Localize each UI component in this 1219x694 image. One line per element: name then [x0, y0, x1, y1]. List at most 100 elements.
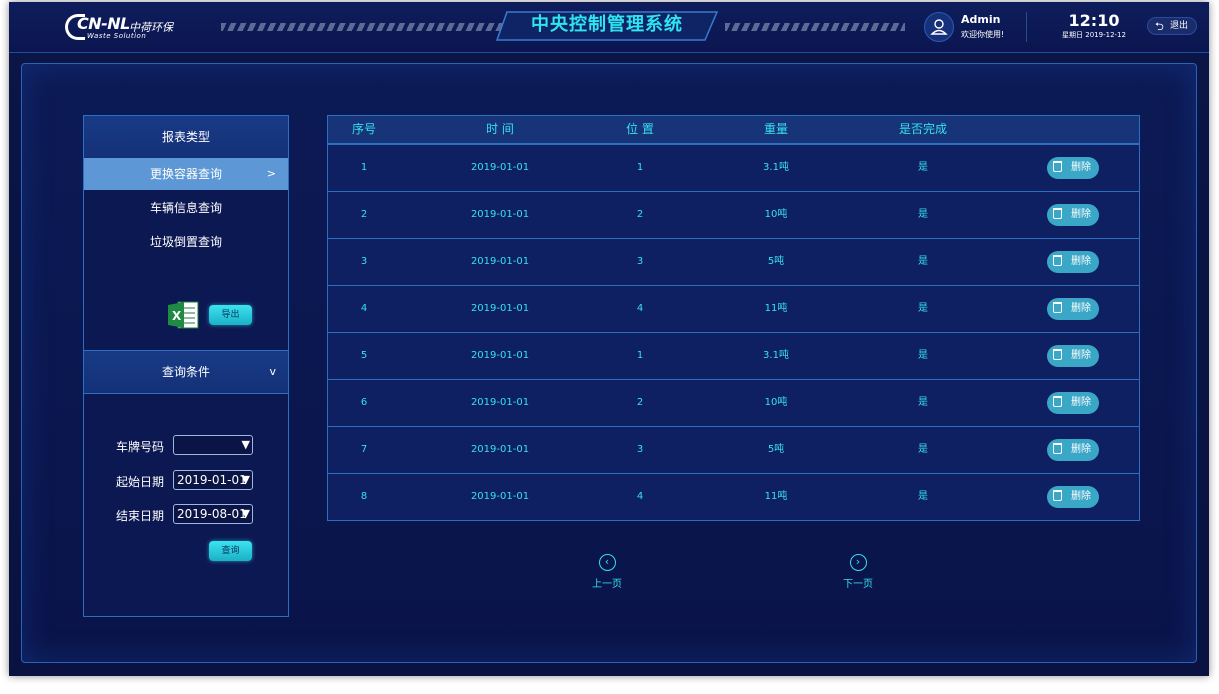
report-type-title: 报表类型	[84, 116, 288, 158]
query-button[interactable]: 查询	[209, 541, 252, 561]
user-welcome: 欢迎你使用!	[961, 30, 1005, 39]
date: 星期日 2019-12-12	[1062, 31, 1126, 39]
delete-button[interactable]: 删除	[1047, 298, 1099, 320]
cell-no: 1	[360, 162, 368, 173]
table-row: 2 2019-01-01 2 10吨 是 删除	[328, 192, 1139, 239]
data-table: 序号 时 间 位 置 重量 是否完成 1 2019-01-01 1 3.1吨是删除 2 2…	[327, 115, 1140, 521]
start-date-value: 2019-01-01	[177, 473, 247, 487]
trash-icon	[1053, 208, 1062, 219]
export-button[interactable]: 导出	[209, 305, 252, 325]
sidebar-item-label: 车辆信息查询	[149, 201, 222, 215]
user-name: Admin	[961, 13, 1001, 26]
cell-weight: 3.1吨	[763, 350, 789, 361]
delete-button[interactable]: 删除	[1047, 486, 1099, 508]
logo-text: CN-NL	[77, 14, 130, 33]
delete-button[interactable]: 删除	[1047, 439, 1099, 461]
cell-no: 5	[360, 350, 368, 361]
cell-no: 6	[360, 397, 368, 408]
next-page-label: 下一页	[843, 579, 873, 590]
query-conditions-header[interactable]: 查询条件 v	[84, 350, 288, 394]
table-row: 7 2019-01-01 3 5吨 是 删除	[328, 427, 1139, 474]
delete-button[interactable]: 删除	[1047, 251, 1099, 273]
app-window: CN-NL 中荷环保 Waste Solution 中央控制管理系统 Admin…	[9, 2, 1209, 676]
cell-position: 4	[636, 491, 644, 502]
delete-label: 删除	[1071, 397, 1091, 408]
cell-time: 2019-01-01	[470, 303, 530, 314]
delete-button[interactable]: 删除	[1047, 392, 1099, 414]
column-header-done: 是否完成	[898, 122, 947, 136]
cell-time: 2019-01-01	[470, 397, 530, 408]
header-stripes-left	[221, 23, 511, 31]
title-box: 中央控制管理系统	[495, 10, 719, 42]
column-header-no: 序号	[351, 122, 376, 136]
delete-label: 删除	[1071, 209, 1091, 220]
sidebar-item-garbage-query[interactable]: 垃圾倒置查询	[84, 226, 288, 258]
cell-position: 1	[636, 350, 644, 361]
cell-position: 4	[636, 303, 644, 314]
delete-label: 删除	[1071, 162, 1091, 173]
logout-button[interactable]: ⮌ 退出	[1147, 17, 1197, 35]
prev-page-label: 上一页	[592, 579, 622, 590]
cell-weight: 11吨	[764, 303, 788, 314]
delete-label: 删除	[1071, 256, 1091, 267]
cell-time: 2019-01-01	[470, 444, 530, 455]
end-date-value: 2019-08-01	[177, 507, 247, 521]
delete-button[interactable]: 删除	[1047, 204, 1099, 226]
cell-done: 是	[918, 350, 928, 361]
prev-page-button[interactable]: ‹ 上一页	[582, 554, 632, 590]
main-panel: 报表类型 更换容器查询 > 车辆信息查询 垃圾倒置查询 X 导出 查询条件 v …	[21, 63, 1197, 663]
delete-label: 删除	[1071, 350, 1091, 361]
table-row: 8 2019-01-01 4 11吨 是 删除	[328, 474, 1139, 521]
cell-no: 3	[360, 256, 368, 267]
cell-weight: 10吨	[764, 209, 788, 220]
cell-time: 2019-01-01	[470, 491, 530, 502]
table-header: 序号 时 间 位 置 重量 是否完成	[328, 116, 1139, 145]
cell-weight: 10吨	[764, 397, 788, 408]
excel-icon: X	[168, 300, 200, 330]
sidebar-item-container-query[interactable]: 更换容器查询 >	[84, 158, 288, 190]
svg-text:X: X	[172, 309, 182, 323]
trash-icon	[1053, 161, 1062, 172]
delete-button[interactable]: 删除	[1047, 157, 1099, 179]
clock: 12:10	[1068, 11, 1120, 30]
trash-icon	[1053, 302, 1062, 313]
logout-icon: ⮌	[1155, 20, 1164, 33]
chevron-left-icon: ‹	[598, 554, 616, 571]
plate-select[interactable]: ▼	[173, 435, 253, 455]
sidebar-item-label: 垃圾倒置查询	[149, 235, 222, 249]
logo-subtitle: Waste Solution	[87, 32, 147, 40]
page-title: 中央控制管理系统	[531, 14, 683, 35]
user-avatar-icon[interactable]	[924, 12, 954, 42]
cell-position: 1	[636, 162, 644, 173]
column-header-time: 时 间	[486, 122, 514, 136]
table-row: 4 2019-01-01 4 11吨 是 删除	[328, 286, 1139, 333]
excel-glyph: X	[168, 301, 199, 329]
end-date-field[interactable]: 2019-08-01 ▼	[173, 504, 253, 524]
logo: CN-NL 中荷环保 Waste Solution	[65, 12, 175, 42]
cell-done: 是	[918, 162, 928, 173]
trash-icon	[1053, 255, 1062, 266]
cell-position: 3	[636, 444, 644, 455]
cell-no: 2	[360, 209, 368, 220]
cell-position: 2	[636, 209, 644, 220]
table-row: 1 2019-01-01 1 3.1吨 是 删除	[328, 145, 1139, 192]
column-header-position: 位 置	[626, 122, 654, 136]
chevron-down-icon: v	[269, 365, 276, 378]
table-row: 5 2019-01-01 1 3.1吨 是 删除	[328, 333, 1139, 380]
dropdown-arrow-icon: ▼	[241, 473, 250, 486]
cell-weight: 3.1吨	[763, 162, 789, 173]
cell-done: 是	[918, 491, 928, 502]
start-date-field[interactable]: 2019-01-01 ▼	[173, 470, 253, 490]
sidebar-item-vehicle-query[interactable]: 车辆信息查询	[84, 192, 288, 224]
delete-button[interactable]: 删除	[1047, 345, 1099, 367]
cell-time: 2019-01-01	[470, 256, 530, 267]
next-page-button[interactable]: › 下一页	[833, 554, 883, 590]
delete-label: 删除	[1071, 444, 1091, 455]
query-conditions-title: 查询条件	[161, 365, 210, 379]
delete-label: 删除	[1071, 491, 1091, 502]
header-divider	[1026, 12, 1027, 42]
cell-done: 是	[918, 444, 928, 455]
plate-label: 车牌号码	[116, 440, 165, 454]
sidebar-item-label: 更换容器查询	[149, 167, 222, 181]
cell-time: 2019-01-01	[470, 162, 530, 173]
